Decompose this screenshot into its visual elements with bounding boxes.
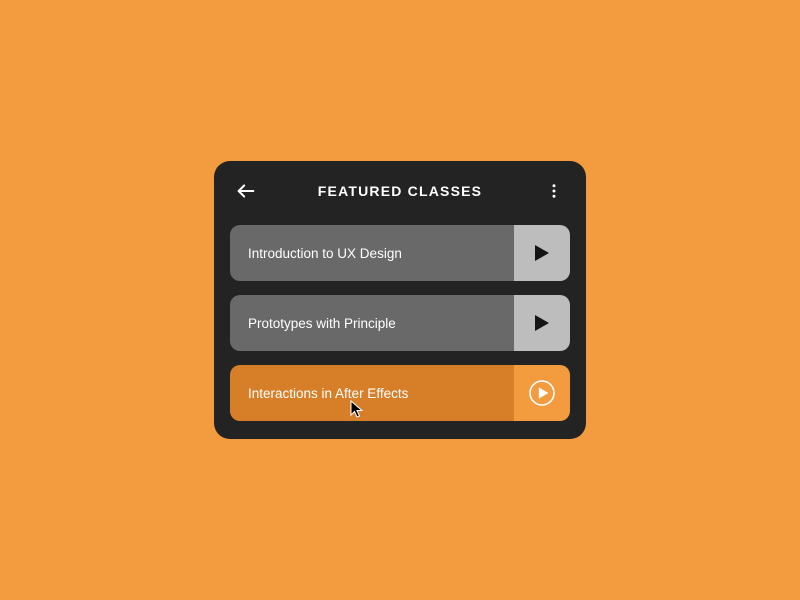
class-list: Introduction to UX Design Prototypes wit… bbox=[214, 217, 586, 439]
page-title: FEATURED CLASSES bbox=[258, 183, 542, 199]
play-button[interactable] bbox=[514, 295, 570, 351]
more-vertical-icon bbox=[545, 182, 563, 200]
class-item[interactable]: Prototypes with Principle bbox=[230, 295, 570, 351]
class-item[interactable]: Introduction to UX Design bbox=[230, 225, 570, 281]
class-item-active[interactable]: Interactions in After Effects bbox=[230, 365, 570, 421]
play-icon bbox=[535, 315, 549, 331]
back-arrow-icon bbox=[235, 180, 257, 202]
header-bar: FEATURED CLASSES bbox=[214, 161, 586, 217]
back-button[interactable] bbox=[234, 179, 258, 203]
class-title: Interactions in After Effects bbox=[230, 365, 514, 421]
class-title: Introduction to UX Design bbox=[230, 225, 514, 281]
play-button[interactable] bbox=[514, 365, 570, 421]
more-button[interactable] bbox=[542, 179, 566, 203]
classes-card: FEATURED CLASSES Introduction to UX Desi… bbox=[214, 161, 586, 439]
play-circle-icon bbox=[526, 377, 558, 409]
class-title: Prototypes with Principle bbox=[230, 295, 514, 351]
play-button[interactable] bbox=[514, 225, 570, 281]
play-icon bbox=[535, 245, 549, 261]
